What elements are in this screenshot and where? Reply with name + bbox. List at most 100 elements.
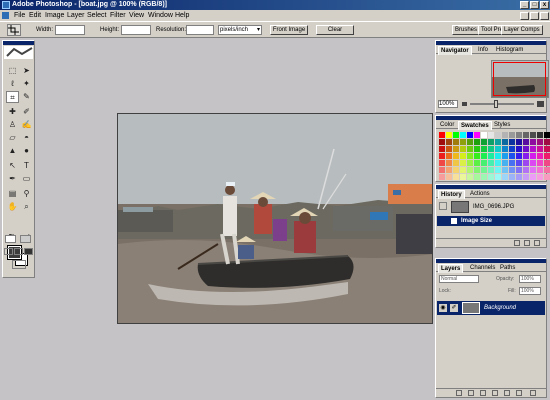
tab-styles[interactable]: Styles [492, 121, 512, 129]
adjustment-layer-icon[interactable] [504, 390, 510, 396]
swatch[interactable] [439, 153, 445, 159]
zoom-icon[interactable]: ⌕ [20, 201, 33, 213]
new-set-icon[interactable] [492, 390, 498, 396]
swatch[interactable] [502, 167, 508, 173]
swatch[interactable] [530, 139, 536, 145]
swatch[interactable] [530, 153, 536, 159]
swatch[interactable] [439, 174, 445, 180]
photoshop-app-icon[interactable] [2, 1, 10, 9]
swatch[interactable] [495, 153, 501, 159]
brush-icon[interactable]: ✐ [20, 106, 33, 118]
history-brush-icon[interactable]: ✍ [20, 119, 33, 131]
new-layer-icon[interactable] [516, 390, 522, 396]
swatch[interactable] [467, 132, 473, 138]
swatch[interactable] [523, 139, 529, 145]
swatch[interactable] [446, 160, 452, 166]
quick-mask-icon[interactable] [20, 235, 31, 243]
swatch[interactable] [537, 174, 543, 180]
path-select-icon[interactable]: ↖ [6, 160, 19, 172]
layer-row-background[interactable]: ◉ ✐ Background [437, 301, 545, 315]
menu-image[interactable]: Image [45, 10, 64, 21]
swatch[interactable] [516, 160, 522, 166]
swatch[interactable] [467, 139, 473, 145]
swatch[interactable] [544, 167, 550, 173]
swatch[interactable] [509, 132, 515, 138]
slice-icon[interactable]: ✎ [20, 91, 33, 103]
swatch[interactable] [523, 146, 529, 152]
swatch[interactable] [516, 174, 522, 180]
swatch[interactable] [516, 153, 522, 159]
navigator-view-box[interactable] [493, 62, 546, 96]
swatch[interactable] [474, 167, 480, 173]
swatch[interactable] [523, 153, 529, 159]
swatch[interactable] [474, 132, 480, 138]
jump-to-imageready-icon[interactable] [12, 260, 26, 269]
navigator-zoom-field[interactable]: 100% [438, 100, 458, 108]
swatch[interactable] [488, 132, 494, 138]
swatch[interactable] [446, 174, 452, 180]
swatch[interactable] [474, 139, 480, 145]
lasso-icon[interactable]: ℓ [6, 78, 19, 90]
brush-icon[interactable]: ✐ [450, 304, 458, 312]
menu-edit[interactable]: Edit [29, 10, 41, 21]
swatch[interactable] [495, 146, 501, 152]
swatch[interactable] [544, 160, 550, 166]
swatch[interactable] [495, 132, 501, 138]
tab-actions[interactable]: Actions [468, 190, 492, 198]
delete-layer-icon[interactable] [530, 390, 536, 396]
tab-channels[interactable]: Channels [468, 264, 497, 272]
swatch[interactable] [502, 174, 508, 180]
swatch[interactable] [439, 139, 445, 145]
eraser-icon[interactable]: ▱ [6, 132, 19, 144]
dodge-icon[interactable]: ● [20, 145, 33, 157]
swatch[interactable] [523, 167, 529, 173]
swatch[interactable] [453, 167, 459, 173]
swatch[interactable] [467, 174, 473, 180]
swatch[interactable] [481, 139, 487, 145]
swatch-grid[interactable] [439, 132, 550, 180]
swatch[interactable] [481, 167, 487, 173]
history-snapshot[interactable]: IMG_0696.JPG [437, 200, 545, 214]
swatch[interactable] [460, 146, 466, 152]
swatch[interactable] [481, 132, 487, 138]
menu-file[interactable]: File [14, 10, 25, 21]
swatch[interactable] [495, 167, 501, 173]
swatch[interactable] [509, 139, 515, 145]
swatch[interactable] [453, 174, 459, 180]
crop-tool-preset-icon[interactable] [7, 24, 21, 36]
swatch[interactable] [509, 153, 515, 159]
fill-field[interactable]: 100% [519, 287, 541, 295]
swatch[interactable] [523, 160, 529, 166]
swatch[interactable] [460, 132, 466, 138]
swatch[interactable] [509, 167, 515, 173]
minimize-button[interactable]: _ [520, 1, 529, 9]
swatch[interactable] [537, 132, 543, 138]
clear-button[interactable]: Clear [316, 25, 354, 35]
swatch[interactable] [544, 146, 550, 152]
menu-window[interactable]: Window [148, 10, 173, 21]
shape-icon[interactable]: ▭ [20, 173, 33, 185]
swatch[interactable] [530, 174, 536, 180]
swatch[interactable] [502, 132, 508, 138]
standard-screen-icon[interactable] [4, 248, 13, 255]
swatch[interactable] [544, 153, 550, 159]
hand-icon[interactable]: ✋ [6, 201, 19, 213]
swatch[interactable] [439, 160, 445, 166]
swatch[interactable] [502, 139, 508, 145]
swatch[interactable] [453, 153, 459, 159]
magic-wand-icon[interactable]: ✦ [20, 78, 33, 90]
history-state-image-size[interactable]: Image Size [437, 216, 545, 226]
zoom-slider[interactable] [470, 103, 534, 105]
eye-icon[interactable]: ◉ [439, 304, 447, 312]
type-icon[interactable]: T [20, 160, 33, 172]
swatch[interactable] [509, 160, 515, 166]
swatch[interactable] [453, 160, 459, 166]
swatch[interactable] [446, 153, 452, 159]
swatch[interactable] [495, 139, 501, 145]
swatch[interactable] [481, 160, 487, 166]
tab-history[interactable]: History [438, 190, 465, 199]
swatch[interactable] [467, 167, 473, 173]
swatch[interactable] [439, 146, 445, 152]
swatch[interactable] [446, 167, 452, 173]
menu-layer[interactable]: Layer [67, 10, 85, 21]
